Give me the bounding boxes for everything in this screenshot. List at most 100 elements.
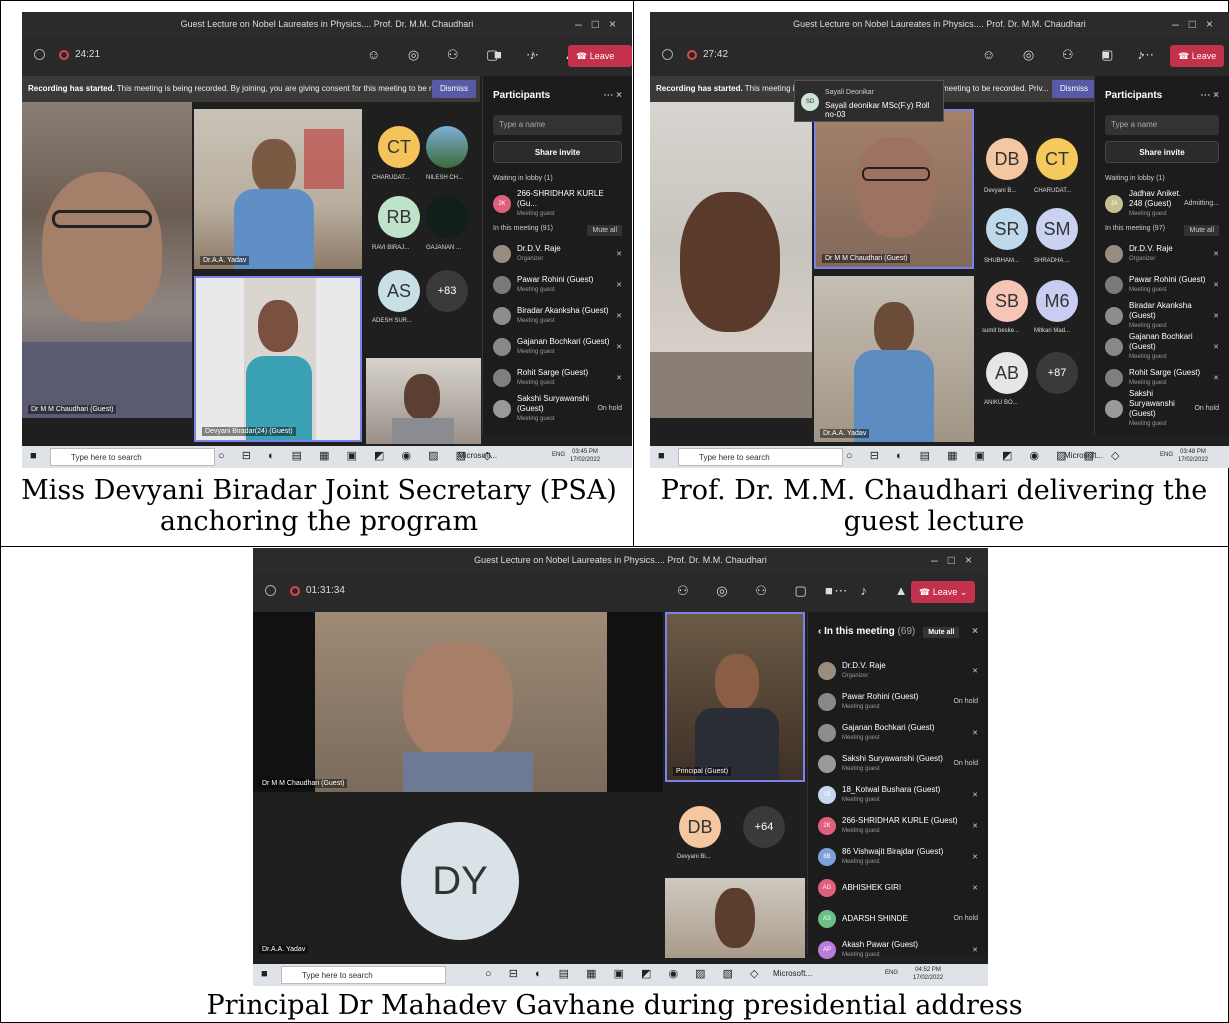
participant-name: Dr.D.V. Raje Organizer xyxy=(1129,243,1173,262)
participant-status: ✕ xyxy=(972,822,978,830)
participant-row[interactable]: Biradar Akanksha (Guest) Meeting guest ✕ xyxy=(1095,300,1229,331)
participant-row[interactable]: Pawar Rohini (Guest) Meeting guest ✕ xyxy=(483,269,632,300)
dismiss-button[interactable]: Dismiss xyxy=(432,80,476,98)
participant-status: On hold xyxy=(953,760,978,767)
window-title: Guest Lecture on Nobel Laureates in Phys… xyxy=(253,548,988,572)
participant-status: ✕ xyxy=(1213,312,1219,320)
share-invite-button[interactable]: Share invite xyxy=(1105,141,1219,163)
participant-row[interactable]: AG ABHISHEK GIRI ✕ xyxy=(808,872,988,903)
avatar-tile[interactable] xyxy=(426,196,468,238)
video-participant xyxy=(366,358,481,444)
lobby-row[interactable]: JA Jadhav Aniket. 248 (Guest) Meeting gues… xyxy=(1095,188,1229,219)
taskbar-search[interactable]: Type here to search xyxy=(50,448,215,466)
participant-row[interactable]: Dr.D.V. Raje Organizer ✕ xyxy=(808,655,988,686)
search-input[interactable]: Type a name xyxy=(1105,115,1219,135)
participant-status: ✕ xyxy=(972,791,978,799)
lobby-row[interactable]: 2K 266-SHRIDHAR KURLE (Gu... Meeting guest xyxy=(483,188,632,219)
more-participants-tile[interactable]: +64 xyxy=(743,806,785,848)
avatar-tile[interactable]: RB xyxy=(378,196,420,238)
video-chaudhari: Dr M M Chaudhari (Guest) xyxy=(22,102,192,418)
windows-start-icon[interactable]: ■ xyxy=(261,968,268,980)
leave-button[interactable]: ☎ Leave xyxy=(1170,45,1225,67)
window-controls[interactable]: –□× xyxy=(575,12,626,36)
participant-row[interactable]: Sakshi Suryawanshi (Guest) Meeting guest O… xyxy=(483,393,632,424)
participant-row[interactable]: 1B 18_Kotwal Bushara (Guest) Meeting guest… xyxy=(808,779,988,810)
shield-icon xyxy=(662,49,673,60)
taskbar-search[interactable]: Type here to search xyxy=(281,966,446,984)
participant-row[interactable]: Sakshi Suryawanshi (Guest) Meeting guest O… xyxy=(808,748,988,779)
avatar xyxy=(1105,368,1123,387)
participant-row[interactable]: Dr.D.V. Raje Organizer ✕ xyxy=(483,238,632,269)
chat-toast[interactable]: SD Sayali Deonikar Sayali deonikar MSc(F… xyxy=(794,80,944,122)
dismiss-button[interactable]: Dismiss xyxy=(1052,80,1096,98)
avatar-tile[interactable] xyxy=(426,126,468,168)
device-controls[interactable]: ■ ♪ ▲ xyxy=(825,583,919,598)
avatar-tile[interactable]: SB xyxy=(986,280,1028,322)
lobby-section: Waiting in lobby (1) xyxy=(1105,175,1165,182)
participant-status: ✕ xyxy=(972,946,978,954)
participant-row[interactable]: Gajanan Bochkari (Guest) Meeting guest ✕ xyxy=(1095,331,1229,362)
participant-row[interactable]: Dr.D.V. Raje Organizer ✕ xyxy=(1095,238,1229,269)
participant-name: Biradar Akanksha (Guest) Meeting guest xyxy=(1129,300,1192,329)
participant-name: Gajanan Bochkari (Guest) Meeting guest xyxy=(517,336,610,355)
shield-icon xyxy=(34,49,45,60)
clock: 03:48 PM 17/02/2022 xyxy=(1178,449,1209,463)
more-participants-tile[interactable]: +83 xyxy=(426,270,468,312)
participant-status: ✕ xyxy=(972,729,978,737)
share-invite-button[interactable]: Share invite xyxy=(493,141,622,163)
clock: 04:52 PM 17/02/2022 xyxy=(913,967,944,981)
leave-button[interactable]: ☎ Leave ⌄ xyxy=(568,45,632,83)
avatar-tile[interactable]: AS xyxy=(378,270,420,312)
video-yadav: Dr.A.A. Yadav xyxy=(194,109,362,269)
taskbar-apps[interactable]: ○ ⊟ ◐ ▤ ▦ ▣ ◩ ◉ ▨ ▧ ◇ xyxy=(218,449,498,462)
in-meeting-section: In this meeting (91) Mute all xyxy=(483,219,632,238)
panel-title: ‹ In this meeting (69) Mute all × xyxy=(818,626,978,638)
taskbar-apps[interactable]: ○ ⊟ ◐ ▤ ▦ ▣ ◩ ◉ ▨ ▧ ◇ xyxy=(485,967,765,980)
caption-left: Miss Devyani Biradar Joint Secretary (PS… xyxy=(21,475,617,537)
panel-title: Participants ⋯ × xyxy=(493,90,622,101)
window-controls[interactable]: –□× xyxy=(931,548,982,572)
taskbar-search[interactable]: Type here to search xyxy=(678,448,843,466)
avatar-tile[interactable]: DB xyxy=(986,138,1028,180)
participant-row[interactable]: Biradar Akanksha (Guest) Meeting guest ✕ xyxy=(483,300,632,331)
participant-name: Gajanan Bochkari (Guest) Meeting guest xyxy=(842,722,935,741)
participant-row[interactable]: 2K 266-SHRIDHAR KURLE (Guest) Meeting gues… xyxy=(808,810,988,841)
participant-name: Dr.D.V. Raje Organizer xyxy=(517,243,561,262)
avatar-tile[interactable]: SR xyxy=(986,208,1028,250)
avatar-tile[interactable]: M6 xyxy=(1036,280,1078,322)
avatar-tile[interactable]: AB xyxy=(986,352,1028,394)
participant-row[interactable]: Pawar Rohini (Guest) Meeting guest ✕ xyxy=(1095,269,1229,300)
record-icon xyxy=(290,585,300,596)
participant-row[interactable]: AS ADARSH SHINDE On hold xyxy=(808,903,988,934)
search-input[interactable]: Type a name xyxy=(493,115,622,135)
window-controls[interactable]: –□× xyxy=(1172,12,1223,36)
participant-name: Sakshi Suryawanshi (Guest) Meeting guest xyxy=(842,753,943,772)
avatar xyxy=(493,337,511,356)
participant-status: On hold xyxy=(1194,405,1219,412)
participant-row[interactable]: Rohit Sarge (Guest) Meeting guest ✕ xyxy=(483,362,632,393)
video-yadav xyxy=(650,102,812,418)
avatar-tile[interactable]: CT xyxy=(378,126,420,168)
windows-start-icon[interactable]: ■ xyxy=(658,450,665,462)
participant-status: ✕ xyxy=(972,853,978,861)
leave-button[interactable]: ☎ Leave ⌄ xyxy=(911,581,976,603)
participant-row[interactable]: Gajanan Bochkari (Guest) Meeting guest ✕ xyxy=(808,717,988,748)
more-participants-tile[interactable]: +87 xyxy=(1036,352,1078,394)
participant-row[interactable]: Sakshi Suryawanshi (Guest) Meeting guest O… xyxy=(1095,389,1229,427)
participant-name: 18_Kotwal Bushara (Guest) Meeting guest xyxy=(842,784,941,803)
participant-row[interactable]: AP Akash Pawar (Guest) Meeting guest ✕ xyxy=(808,934,988,965)
teams-screenshot-1: Guest Lecture on Nobel Laureates in Phys… xyxy=(22,12,632,468)
participant-row[interactable]: Pawar Rohini (Guest) Meeting guest On hold xyxy=(808,686,988,717)
mute-all-button[interactable]: Mute all xyxy=(1184,225,1219,236)
participant-row[interactable]: Gajanan Bochkari (Guest) Meeting guest ✕ xyxy=(483,331,632,362)
participant-name: Rohit Sarge (Guest) Meeting guest xyxy=(517,367,589,386)
caption-right: Prof. Dr. M.M. Chaudhari delivering the … xyxy=(660,475,1208,537)
avatar-tile[interactable]: CT xyxy=(1036,138,1078,180)
participant-row[interactable]: 8B 86 Vishwajit Birajdar (Guest) Meeting g… xyxy=(808,841,988,872)
windows-start-icon[interactable]: ■ xyxy=(30,450,37,462)
avatar xyxy=(493,306,511,325)
mute-all-button[interactable]: Mute all xyxy=(923,627,960,638)
avatar-tile[interactable]: SM xyxy=(1036,208,1078,250)
avatar-tile[interactable]: DB xyxy=(679,806,721,848)
mute-all-button[interactable]: Mute all xyxy=(587,225,622,236)
